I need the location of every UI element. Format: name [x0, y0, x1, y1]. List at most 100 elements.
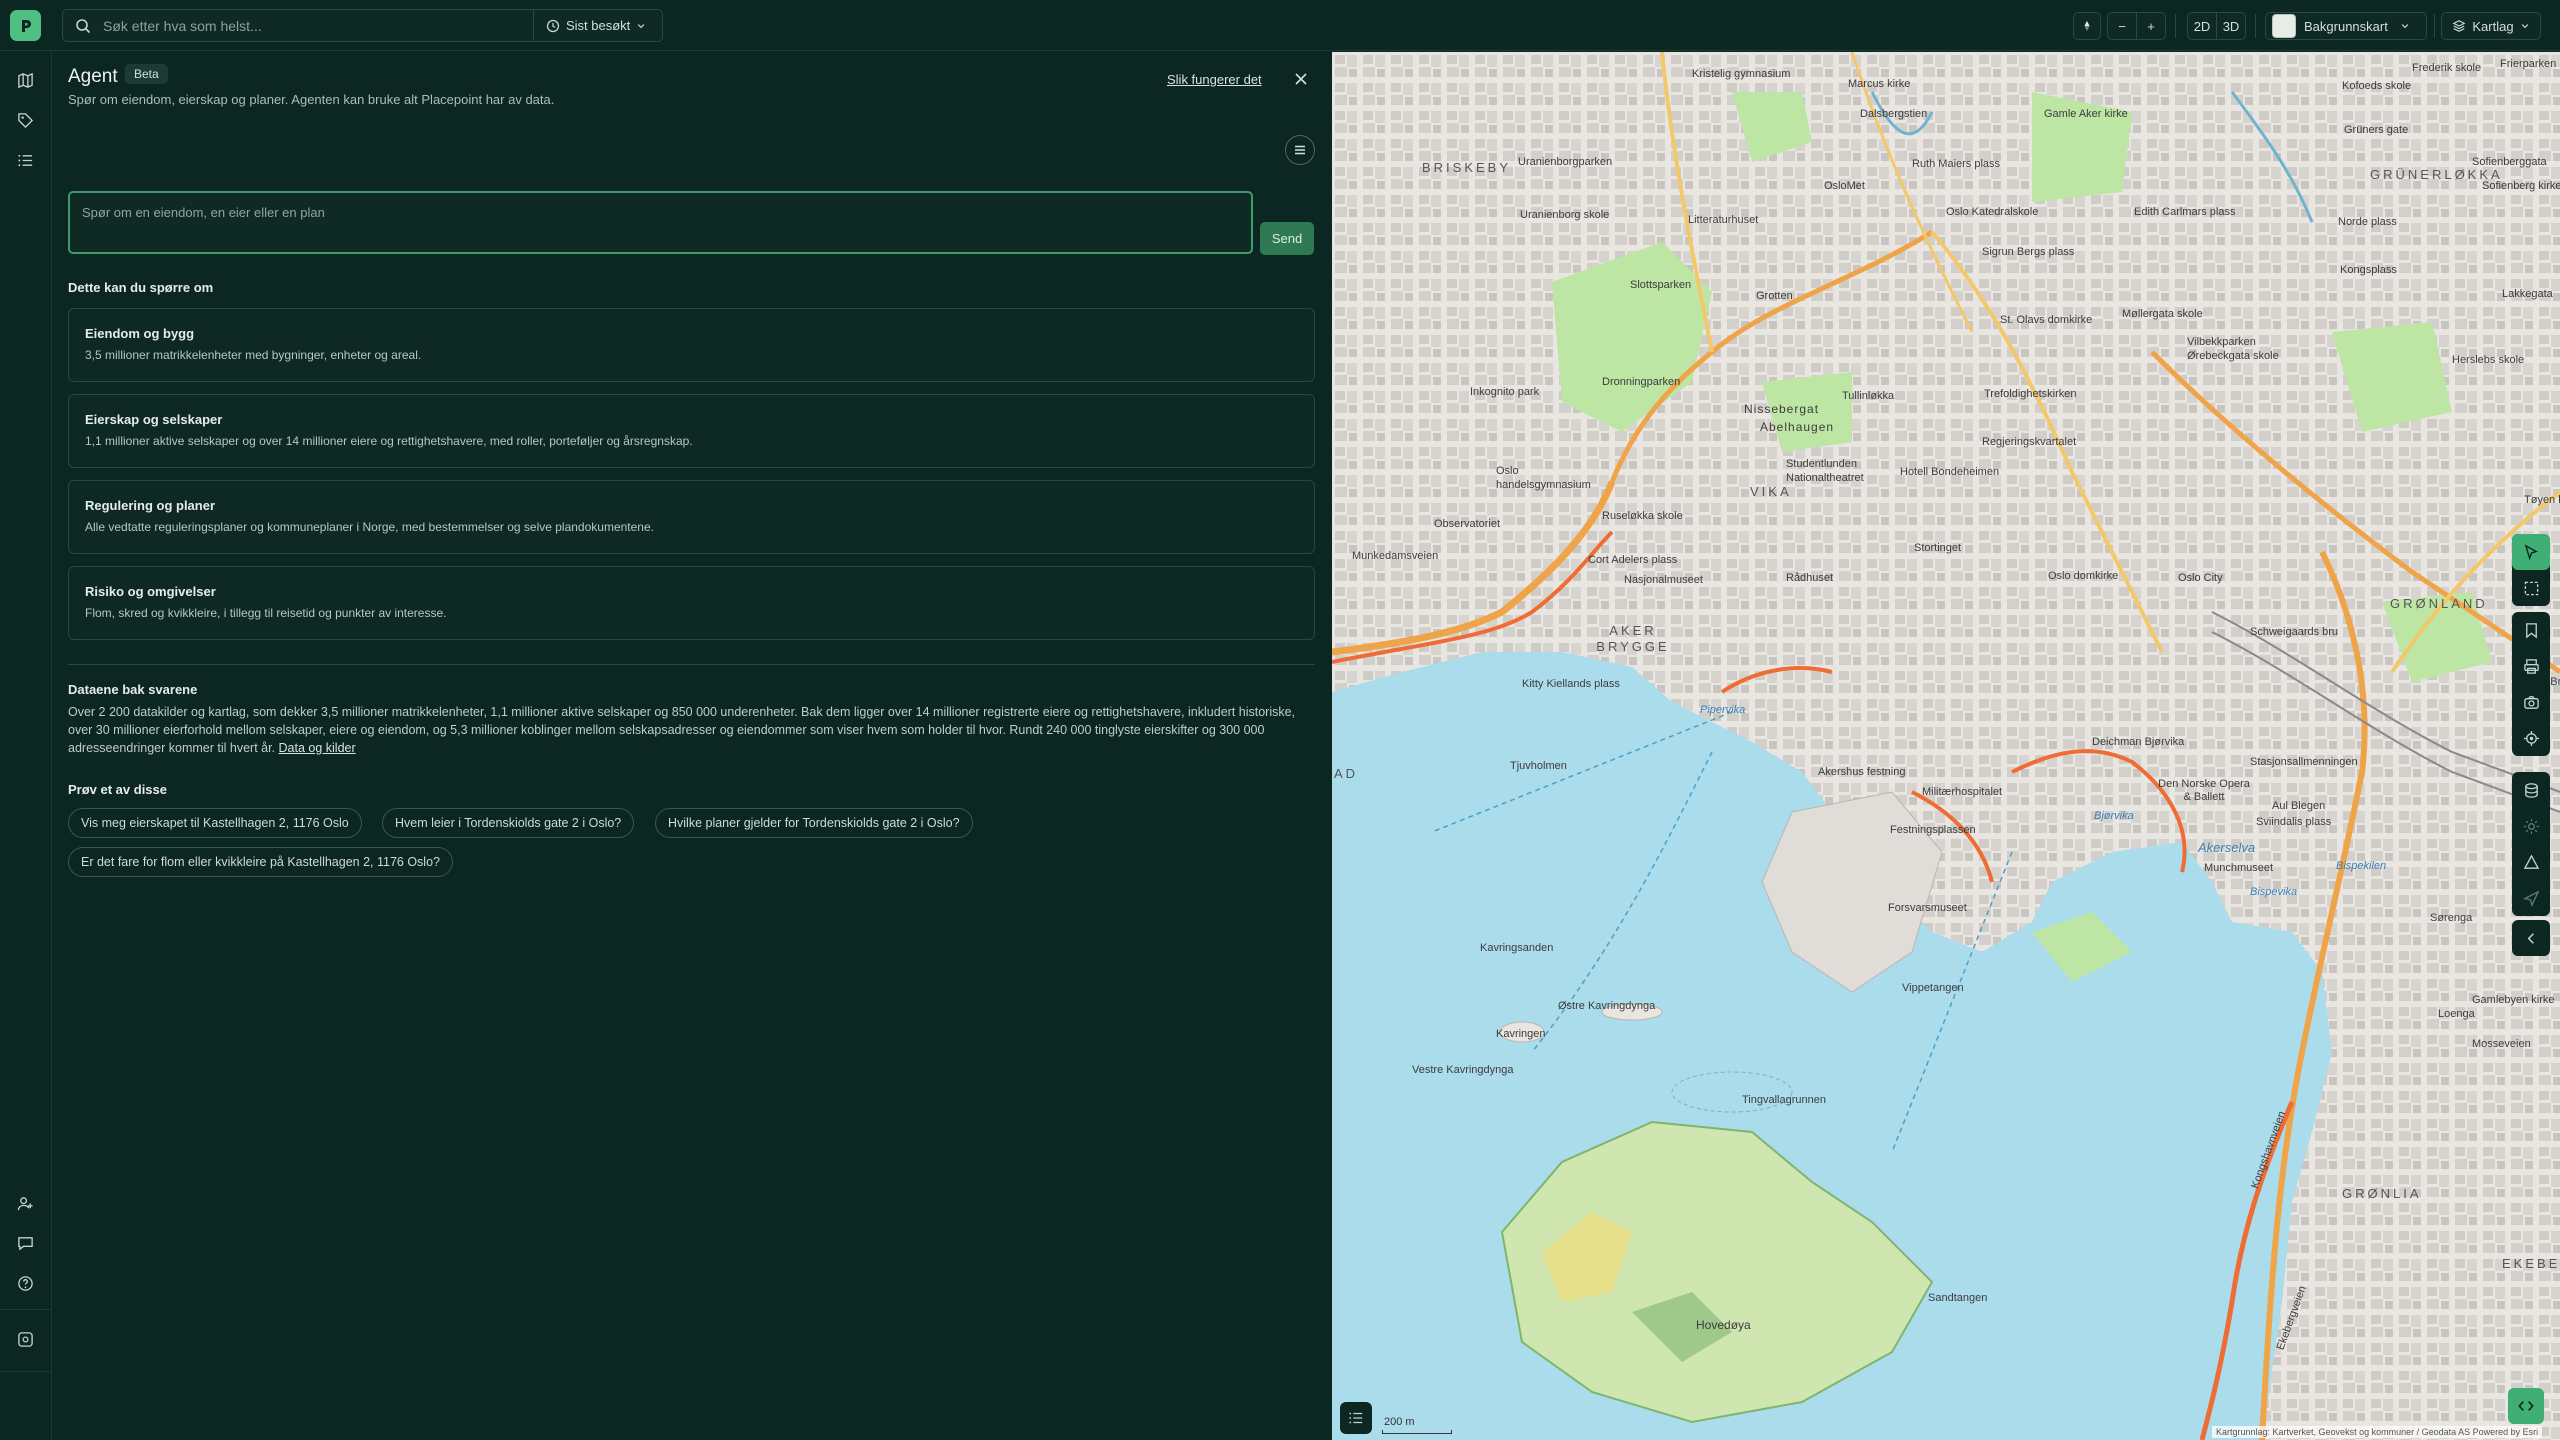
topic-description: Alle vedtatte reguleringsplaner og kommu…: [85, 520, 654, 534]
topic-card[interactable]: Risiko og omgivelser Flom, skred og kvik…: [68, 566, 1315, 640]
map-place-label: Slottsparken: [1630, 279, 1692, 291]
map-place-label: Rådhuset: [1786, 572, 1834, 584]
search-input[interactable]: Søk etter hva som helst...: [62, 9, 534, 42]
basemap-dropdown[interactable]: Bakgrunnskart: [2265, 12, 2427, 40]
basemap-thumbnail: [2272, 14, 2296, 38]
map-place-label: Schweigaards bru: [2250, 626, 2339, 638]
list-icon[interactable]: [14, 149, 36, 171]
rail-divider: [0, 1371, 52, 1372]
navigate-tool[interactable]: [2512, 880, 2550, 916]
panel-subtitle: Spør om eiendom, eierskap og planer. Age…: [68, 92, 555, 107]
map-place-label: Lakkegata: [2502, 288, 2553, 300]
search-placeholder: Søk etter hva som helst...: [103, 17, 262, 34]
section-divider: [68, 664, 1315, 665]
pointer-tool[interactable]: [2512, 534, 2550, 570]
map-place-label: Norde plass: [2338, 216, 2397, 228]
top-bar: Søk etter hva som helst... Sist besøkt −…: [0, 0, 2560, 51]
map-district-label: EKEBERG: [2502, 1256, 2560, 1271]
tag-icon[interactable]: [14, 109, 36, 131]
left-rail: C: [0, 52, 52, 1440]
map-place-label: Hotell Bondeheimen: [1900, 466, 2000, 478]
triangle-icon: [2523, 853, 2539, 869]
map-place-label: St. Olavs domkirke: [2000, 314, 2093, 326]
map-place-label: Nationaltheatret: [1786, 472, 1864, 484]
map-place-label: Tingvallagrunnen: [1742, 1094, 1826, 1106]
compass-button[interactable]: [2073, 12, 2101, 40]
map-place-label: Sigrun Bergs plass: [1982, 246, 2075, 258]
map-place-label: Oslo City: [2178, 572, 2223, 584]
suggestion-chip[interactable]: Hvem leier i Tordenskiolds gate 2 i Oslo…: [382, 808, 635, 838]
legend-icon: [1349, 1412, 1363, 1424]
suggestion-chip[interactable]: Hvilke planer gjelder for Tordenskiolds …: [655, 808, 973, 838]
select-area-tool[interactable]: [2512, 570, 2550, 606]
close-button[interactable]: [1290, 68, 1312, 90]
how-it-works-link[interactable]: Slik fungerer det: [1167, 72, 1262, 87]
legend-button[interactable]: [1340, 1402, 1372, 1434]
map-place-label: Grüners gate: [2344, 124, 2409, 136]
map-district-label: GRØNLIA: [2342, 1186, 2422, 1201]
map-place-label: Stortinget: [1914, 542, 1962, 554]
map-water-label: Akerselva: [2198, 840, 2256, 855]
map-toolbar-select: [2512, 534, 2550, 606]
suggestion-chip[interactable]: Er det fare for flom eller kvikkleire på…: [68, 847, 453, 877]
mode-2d-button[interactable]: 2D: [2187, 12, 2217, 40]
topic-card[interactable]: Eierskap og selskaper 1,1 millioner akti…: [68, 394, 1315, 468]
map-place-label: Sviindalis plass: [2256, 816, 2332, 828]
suggestion-chip[interactable]: Vis meg eierskapet til Kastellhagen 2, 1…: [68, 808, 362, 838]
topic-card[interactable]: Eiendom og bygg 3,5 millioner matrikkele…: [68, 308, 1315, 382]
map-place-label: OsloMet: [1824, 180, 1865, 192]
map-toolbar-extra: [2512, 772, 2550, 916]
sun-tool[interactable]: [2512, 808, 2550, 844]
map-icon[interactable]: [14, 69, 36, 91]
recent-dropdown[interactable]: Sist besøkt: [533, 9, 663, 42]
agent-question-input[interactable]: Spør om en eiendom, en eier eller en pla…: [68, 191, 1253, 254]
close-icon: [1295, 73, 1307, 85]
send-arrow-icon: [2522, 889, 2540, 907]
map-place-label: Regjeringskvartalet: [1982, 436, 2077, 448]
menu-button[interactable]: [1285, 135, 1315, 165]
clock-icon: [546, 19, 560, 32]
map-place-label: Oslo Katedralskole: [1946, 206, 2039, 218]
input-placeholder: Spør om en eiendom, en eier eller en pla…: [82, 205, 325, 220]
map-water-label: Bjørvika: [2094, 810, 2134, 822]
scale-bar: [1382, 1430, 1452, 1434]
send-button[interactable]: Send: [1260, 222, 1314, 255]
data-description: Over 2 200 datakilder og kartlag, som de…: [68, 703, 1308, 757]
map-view[interactable]: BRISKEBY GRÜNERLØKKA VIKA AKER BRYGGE GR…: [1332, 52, 2560, 1440]
chat-icon[interactable]: [14, 1232, 36, 1254]
topic-card[interactable]: Regulering og planer Alle vedtatte regul…: [68, 480, 1315, 554]
map-place-label: Kofoeds skole: [2342, 80, 2412, 92]
embed-code-button[interactable]: [2508, 1388, 2544, 1424]
zoom-in-button[interactable]: +: [2136, 12, 2166, 40]
zoom-out-button[interactable]: −: [2107, 12, 2137, 40]
camera-tool[interactable]: [2512, 684, 2550, 720]
mode-3d-button[interactable]: 3D: [2216, 12, 2246, 40]
bookmark-tool[interactable]: [2512, 612, 2550, 648]
add-user-icon[interactable]: [14, 1192, 36, 1214]
placepoint-logo[interactable]: [10, 10, 41, 41]
topic-title: Eierskap og selskaper: [85, 412, 223, 427]
map-place-label: Sandtangen: [1928, 1292, 1988, 1304]
map-place-label: Marcus kirke: [1848, 78, 1911, 90]
agent-icon[interactable]: [14, 1328, 36, 1350]
topic-description: 1,1 millioner aktive selskaper og over 1…: [85, 434, 693, 448]
data-sources-link[interactable]: Data og kilder: [279, 741, 356, 755]
map-place-label: Vilbekkparken: [2187, 336, 2256, 348]
layers-dropdown[interactable]: Kartlag: [2441, 12, 2541, 40]
print-tool[interactable]: [2512, 648, 2550, 684]
help-icon[interactable]: [14, 1272, 36, 1294]
locate-tool[interactable]: [2512, 720, 2550, 756]
try-heading: Prøv et av disse: [68, 782, 167, 797]
measure-tool[interactable]: [2512, 844, 2550, 880]
collapse-toolbar-button[interactable]: [2512, 920, 2550, 956]
map-place-label: Munchmuseet: [2204, 862, 2274, 874]
map-place-label: Dalsbergstien: [1860, 108, 1928, 120]
map-place-label: Tøyen kirk: [2524, 494, 2560, 506]
map-place-label: Akershus festning: [1818, 766, 1906, 778]
map-place-label: Frederik skole: [2412, 62, 2482, 74]
layers-stack-tool[interactable]: [2512, 772, 2550, 808]
map-place-label: Østre Kavringdynga: [1558, 1000, 1656, 1012]
bookmark-icon: [2525, 622, 2537, 638]
chevron-left-icon: [2527, 932, 2534, 944]
chevron-down-icon: [2401, 24, 2409, 29]
